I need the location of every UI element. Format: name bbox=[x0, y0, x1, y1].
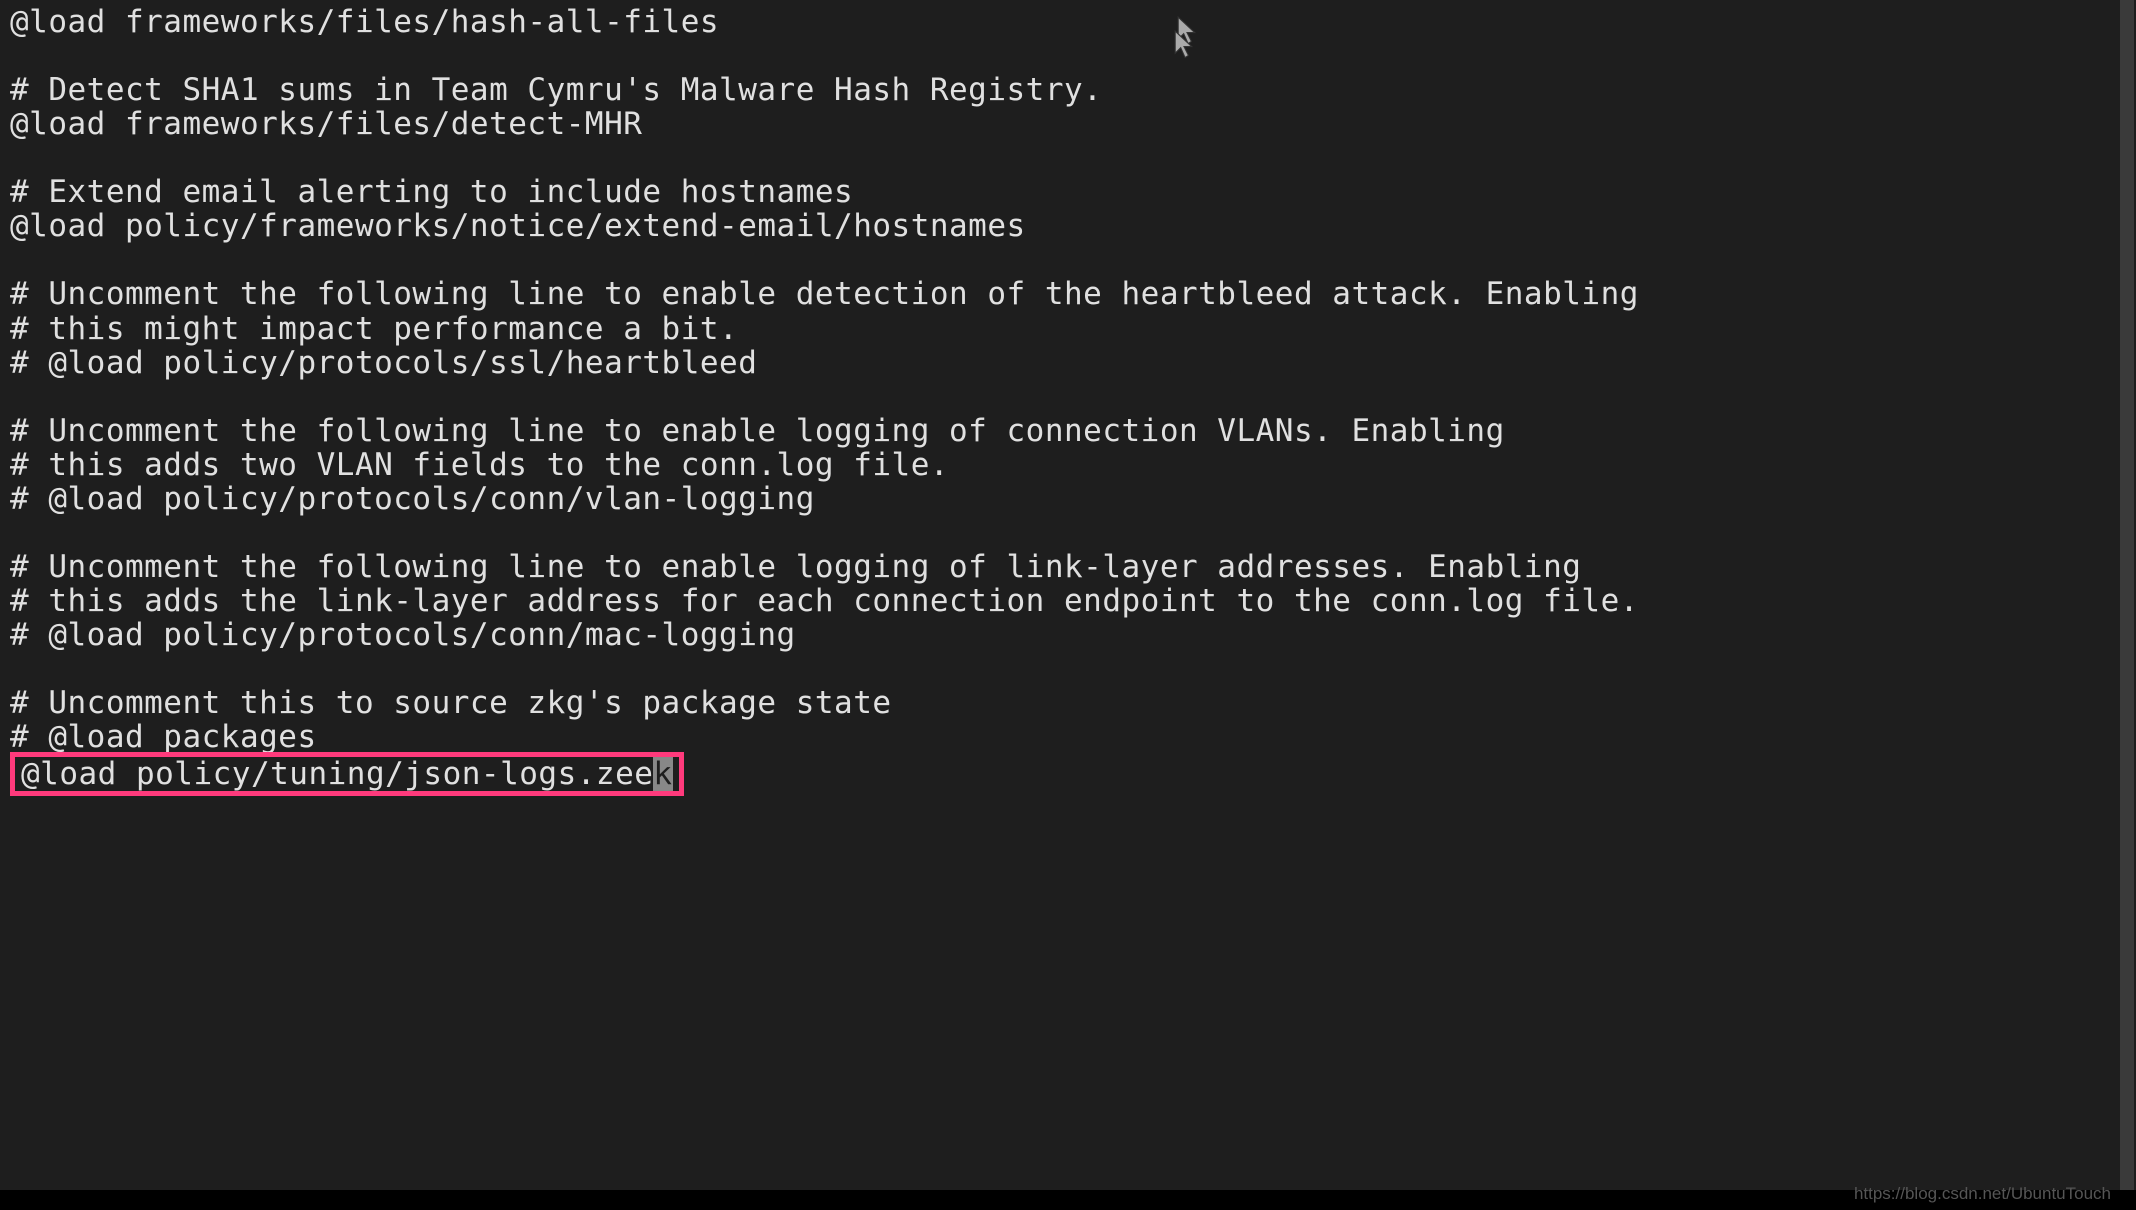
code-line: # Uncomment the following line to enable… bbox=[10, 277, 2126, 311]
code-line: # Uncomment this to source zkg's package… bbox=[10, 686, 2126, 720]
code-line: # Extend email alerting to include hostn… bbox=[10, 175, 2126, 209]
bottom-border bbox=[0, 1190, 2136, 1210]
highlighted-code-line: @load policy/tuning/json-logs.zeek bbox=[21, 756, 673, 792]
code-line bbox=[10, 243, 2126, 277]
text-cursor: k bbox=[653, 757, 672, 791]
highlighted-line-box: @load policy/tuning/json-logs.zeek bbox=[10, 752, 684, 796]
code-line: # this might impact performance a bit. bbox=[10, 312, 2126, 346]
code-line: @load frameworks/files/hash-all-files bbox=[10, 5, 2126, 39]
code-line: @load frameworks/files/detect-MHR bbox=[10, 107, 2126, 141]
code-line: # @load packages bbox=[10, 720, 2126, 754]
watermark-text: https://blog.csdn.net/UbuntuTouch bbox=[1854, 1185, 2111, 1204]
editor-content[interactable]: @load frameworks/files/hash-all-files # … bbox=[10, 5, 2126, 796]
code-line bbox=[10, 516, 2126, 550]
code-line: # @load policy/protocols/ssl/heartbleed bbox=[10, 346, 2126, 380]
code-line: # Detect SHA1 sums in Team Cymru's Malwa… bbox=[10, 73, 2126, 107]
code-line: # Uncomment the following line to enable… bbox=[10, 550, 2126, 584]
code-line: # @load policy/protocols/conn/mac-loggin… bbox=[10, 618, 2126, 652]
code-line: # Uncomment the following line to enable… bbox=[10, 414, 2126, 448]
code-line: # @load policy/protocols/conn/vlan-loggi… bbox=[10, 482, 2126, 516]
vertical-scrollbar[interactable] bbox=[2120, 0, 2134, 1210]
code-line bbox=[10, 380, 2126, 414]
highlighted-line-text: @load policy/tuning/json-logs.zee bbox=[21, 756, 653, 792]
scrollbar-thumb[interactable] bbox=[2120, 0, 2134, 1210]
code-line: # this adds the link-layer address for e… bbox=[10, 584, 2126, 618]
code-line bbox=[10, 652, 2126, 686]
code-line bbox=[10, 39, 2126, 73]
code-line: @load policy/frameworks/notice/extend-em… bbox=[10, 209, 2126, 243]
code-line bbox=[10, 141, 2126, 175]
code-line: # this adds two VLAN fields to the conn.… bbox=[10, 448, 2126, 482]
